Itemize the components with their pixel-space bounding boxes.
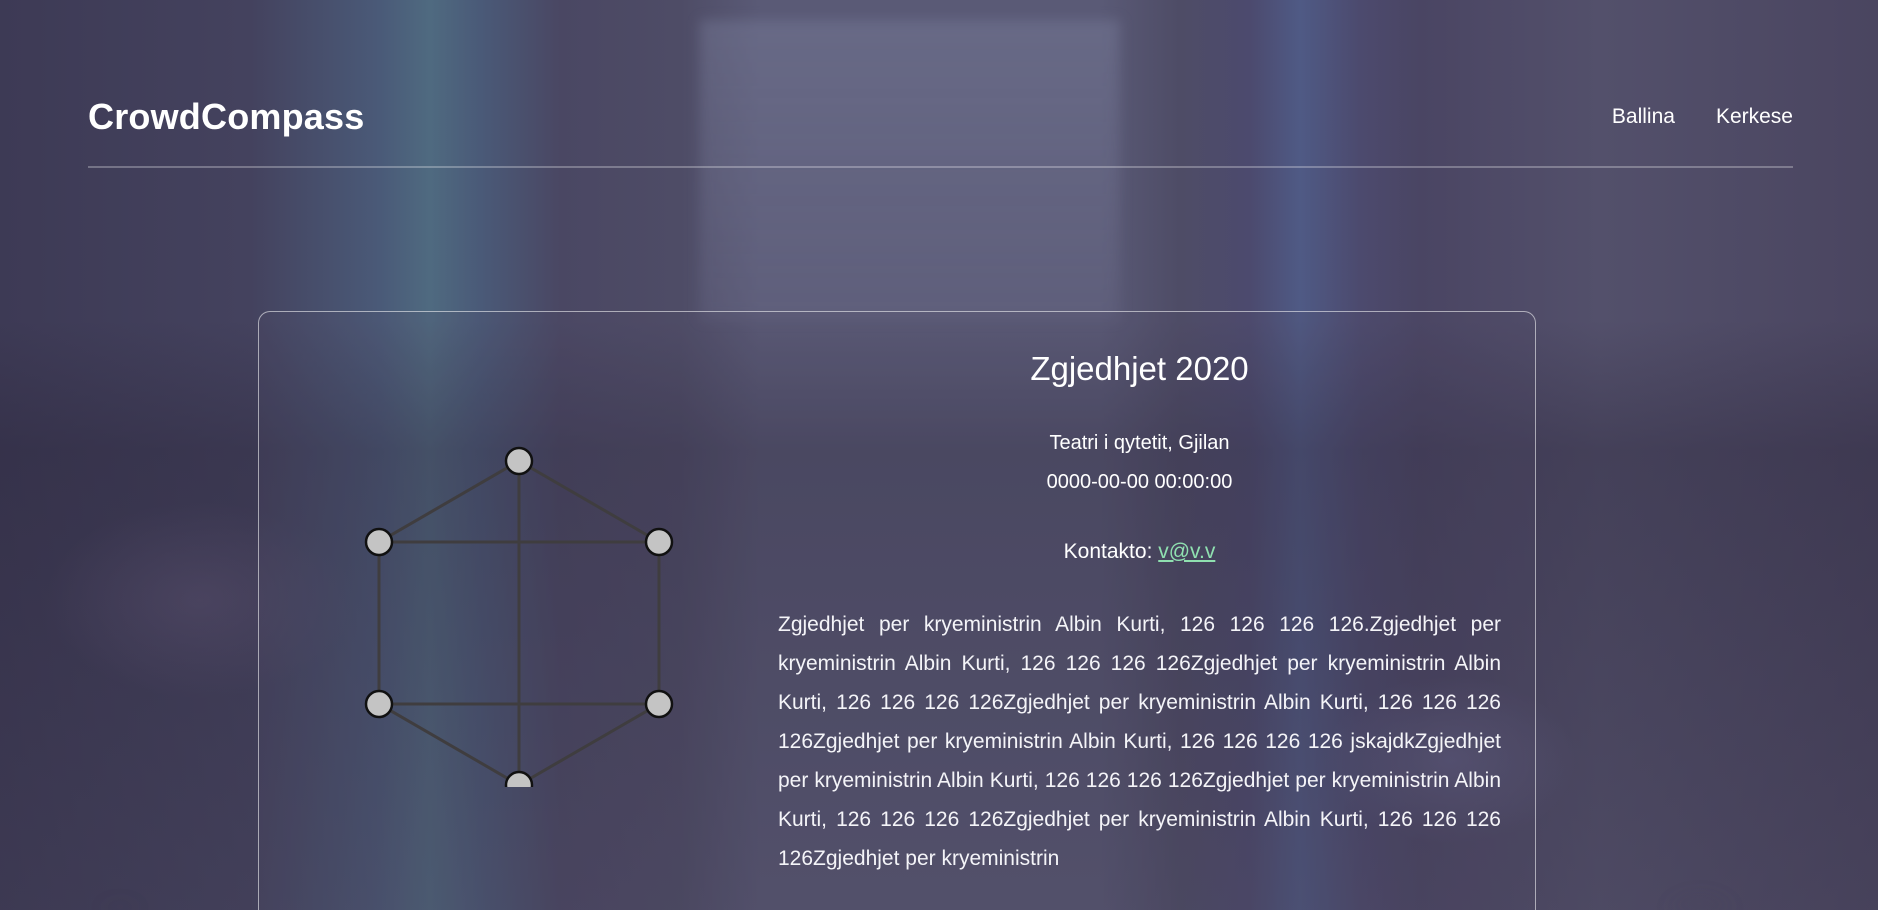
event-datetime: 0000-00-00 00:00:00: [1046, 471, 1233, 493]
contact-label: Kontakto:: [1063, 540, 1159, 563]
main-nav: Ballina Kerkese: [1612, 105, 1793, 129]
nav-link-ballina[interactable]: Ballina: [1612, 105, 1675, 129]
background-screen: [700, 20, 1120, 320]
site-header: CrowdCompass Ballina Kerkese: [88, 68, 1793, 168]
event-card: Zgjedhjet 2020 Teatri i qytetit, Gjilan …: [258, 311, 1536, 910]
event-venue-block: Teatri i qytetit, Gjilan 0000-00-00 00:0…: [778, 424, 1501, 502]
nav-link-kerkese[interactable]: Kerkese: [1716, 105, 1793, 129]
network-graph-icon: [364, 446, 674, 787]
brand-logo-text[interactable]: CrowdCompass: [88, 96, 364, 138]
event-info: Zgjedhjet 2020 Teatri i qytetit, Gjilan …: [778, 350, 1501, 899]
event-title: Zgjedhjet 2020: [1030, 350, 1249, 387]
event-contact: Kontakto: v@v.v: [778, 540, 1501, 564]
event-venue: Teatri i qytetit, Gjilan: [1049, 432, 1230, 454]
contact-email-link[interactable]: v@v.v: [1158, 540, 1215, 563]
event-description: Zgjedhjet per kryeministrin Albin Kurti,…: [778, 613, 1501, 870]
